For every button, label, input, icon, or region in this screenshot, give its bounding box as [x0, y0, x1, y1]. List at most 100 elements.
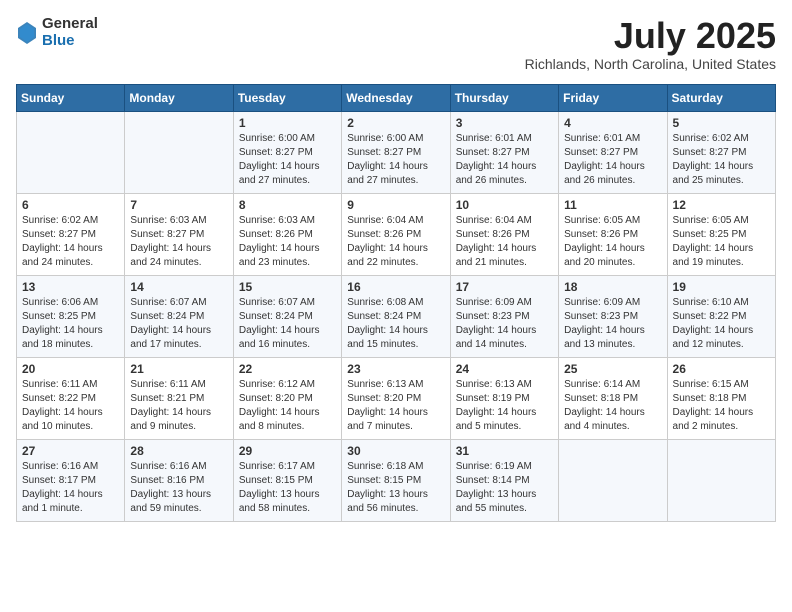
title-block: July 2025 Richlands, North Carolina, Uni… [525, 16, 776, 72]
calendar-cell: 29 Sunrise: 6:17 AMSunset: 8:15 PMDayligh… [233, 439, 341, 521]
day-info: Sunrise: 6:10 AMSunset: 8:22 PMDaylight:… [673, 296, 770, 352]
day-info: Sunrise: 6:00 AMSunset: 8:27 PMDaylight:… [239, 132, 336, 188]
calendar-cell: 20 Sunrise: 6:11 AMSunset: 8:22 PMDayligh… [17, 357, 125, 439]
day-info: Sunrise: 6:06 AMSunset: 8:25 PMDaylight:… [22, 296, 119, 352]
calendar-cell: 5Sunrise: 6:02 AMSunset: 8:27 PMDaylight… [667, 111, 775, 193]
day-number: 31 [456, 444, 553, 458]
month-title: July 2025 [525, 16, 776, 56]
calendar-cell: 6Sunrise: 6:02 AMSunset: 8:27 PMDaylight… [17, 193, 125, 275]
day-number: 1 [239, 116, 336, 130]
calendar-cell: 24 Sunrise: 6:13 AMSunset: 8:19 PMDayligh… [450, 357, 558, 439]
calendar-cell: 15Sunrise: 6:07 AMSunset: 8:24 PMDayligh… [233, 275, 341, 357]
day-info: Sunrise: 6:09 AMSunset: 8:23 PMDaylight:… [456, 296, 553, 352]
day-info: Sunrise: 6:03 AMSunset: 8:27 PMDaylight:… [130, 214, 227, 270]
calendar-cell: 18 Sunrise: 6:09 AMSunset: 8:23 PMDayligh… [559, 275, 667, 357]
day-number: 12 [673, 198, 770, 212]
calendar-cell: 8Sunrise: 6:03 AMSunset: 8:26 PMDaylight… [233, 193, 341, 275]
day-info: Sunrise: 6:09 AMSunset: 8:23 PMDaylight:… [564, 296, 661, 352]
calendar-cell: 19Sunrise: 6:10 AMSunset: 8:22 PMDayligh… [667, 275, 775, 357]
day-number: 26 [673, 362, 770, 376]
day-info: Sunrise: 6:13 AMSunset: 8:20 PMDaylight:… [347, 378, 444, 434]
calendar-cell: 14 Sunrise: 6:07 AMSunset: 8:24 PMDayligh… [125, 275, 233, 357]
day-number: 28 [130, 444, 227, 458]
calendar-cell: 2 Sunrise: 6:00 AMSunset: 8:27 PMDaylight… [342, 111, 450, 193]
calendar-cell [17, 111, 125, 193]
day-info: Sunrise: 6:12 AMSunset: 8:20 PMDaylight:… [239, 378, 336, 434]
day-number: 9 [347, 198, 444, 212]
day-number: 29 [239, 444, 336, 458]
day-number: 17 [456, 280, 553, 294]
day-info: Sunrise: 6:07 AMSunset: 8:24 PMDaylight:… [130, 296, 227, 352]
calendar-cell [125, 111, 233, 193]
day-number: 23 [347, 362, 444, 376]
day-info: Sunrise: 6:01 AMSunset: 8:27 PMDaylight:… [564, 132, 661, 188]
calendar-cell: 23 Sunrise: 6:13 AMSunset: 8:20 PMDayligh… [342, 357, 450, 439]
day-number: 2 [347, 116, 444, 130]
day-info: Sunrise: 6:11 AMSunset: 8:21 PMDaylight:… [130, 378, 227, 434]
day-info: Sunrise: 6:13 AMSunset: 8:19 PMDaylight:… [456, 378, 553, 434]
day-info: Sunrise: 6:17 AMSunset: 8:15 PMDaylight:… [239, 460, 336, 516]
generalblue-icon [18, 22, 36, 44]
weekday-header: Saturday [667, 84, 775, 111]
day-info: Sunrise: 6:11 AMSunset: 8:22 PMDaylight:… [22, 378, 119, 434]
day-number: 21 [130, 362, 227, 376]
calendar-cell: 11Sunrise: 6:05 AMSunset: 8:26 PMDayligh… [559, 193, 667, 275]
day-info: Sunrise: 6:04 AMSunset: 8:26 PMDaylight:… [347, 214, 444, 270]
day-info: Sunrise: 6:03 AMSunset: 8:26 PMDaylight:… [239, 214, 336, 270]
day-info: Sunrise: 6:19 AMSunset: 8:14 PMDaylight:… [456, 460, 553, 516]
day-info: Sunrise: 6:15 AMSunset: 8:18 PMDaylight:… [673, 378, 770, 434]
logo-blue: Blue [42, 33, 98, 50]
day-info: Sunrise: 6:04 AMSunset: 8:26 PMDaylight:… [456, 214, 553, 270]
calendar-cell: 17 Sunrise: 6:09 AMSunset: 8:23 PMDayligh… [450, 275, 558, 357]
day-info: Sunrise: 6:01 AMSunset: 8:27 PMDaylight:… [456, 132, 553, 188]
calendar-week-row: 1 Sunrise: 6:00 AMSunset: 8:27 PMDaylight… [17, 111, 776, 193]
day-number: 4 [564, 116, 661, 130]
calendar-cell [667, 439, 775, 521]
day-info: Sunrise: 6:18 AMSunset: 8:15 PMDaylight:… [347, 460, 444, 516]
weekday-header-row: SundayMondayTuesdayWednesdayThursdayFrid… [17, 84, 776, 111]
day-info: Sunrise: 6:14 AMSunset: 8:18 PMDaylight:… [564, 378, 661, 434]
calendar-cell: 22 Sunrise: 6:12 AMSunset: 8:20 PMDayligh… [233, 357, 341, 439]
logo-general: General [42, 16, 98, 33]
calendar-cell: 12 Sunrise: 6:05 AMSunset: 8:25 PMDayligh… [667, 193, 775, 275]
calendar-cell: 7 Sunrise: 6:03 AMSunset: 8:27 PMDaylight… [125, 193, 233, 275]
day-info: Sunrise: 6:16 AMSunset: 8:16 PMDaylight:… [130, 460, 227, 516]
day-number: 16 [347, 280, 444, 294]
calendar-cell: 26 Sunrise: 6:15 AMSunset: 8:18 PMDayligh… [667, 357, 775, 439]
calendar-week-row: 27 Sunrise: 6:16 AMSunset: 8:17 PMDayligh… [17, 439, 776, 521]
calendar-cell: 27 Sunrise: 6:16 AMSunset: 8:17 PMDayligh… [17, 439, 125, 521]
calendar-cell: 3 Sunrise: 6:01 AMSunset: 8:27 PMDaylight… [450, 111, 558, 193]
calendar-cell: 13 Sunrise: 6:06 AMSunset: 8:25 PMDayligh… [17, 275, 125, 357]
calendar-cell [559, 439, 667, 521]
day-number: 14 [130, 280, 227, 294]
day-info: Sunrise: 6:16 AMSunset: 8:17 PMDaylight:… [22, 460, 119, 516]
page-header: General Blue July 2025 Richlands, North … [16, 16, 776, 72]
calendar-cell: 10 Sunrise: 6:04 AMSunset: 8:26 PMDayligh… [450, 193, 558, 275]
day-number: 20 [22, 362, 119, 376]
calendar-table: SundayMondayTuesdayWednesdayThursdayFrid… [16, 84, 776, 522]
calendar-cell: 31 Sunrise: 6:19 AMSunset: 8:14 PMDayligh… [450, 439, 558, 521]
weekday-header: Sunday [17, 84, 125, 111]
calendar-cell: 1 Sunrise: 6:00 AMSunset: 8:27 PMDaylight… [233, 111, 341, 193]
day-number: 13 [22, 280, 119, 294]
day-info: Sunrise: 6:08 AMSunset: 8:24 PMDaylight:… [347, 296, 444, 352]
day-number: 3 [456, 116, 553, 130]
day-number: 22 [239, 362, 336, 376]
calendar-cell: 30 Sunrise: 6:18 AMSunset: 8:15 PMDayligh… [342, 439, 450, 521]
day-info: Sunrise: 6:02 AMSunset: 8:27 PMDaylight:… [673, 132, 770, 188]
day-number: 24 [456, 362, 553, 376]
day-number: 7 [130, 198, 227, 212]
day-info: Sunrise: 6:00 AMSunset: 8:27 PMDaylight:… [347, 132, 444, 188]
day-number: 27 [22, 444, 119, 458]
logo: General Blue [16, 16, 98, 49]
day-info: Sunrise: 6:05 AMSunset: 8:25 PMDaylight:… [673, 214, 770, 270]
day-number: 11 [564, 198, 661, 212]
day-number: 30 [347, 444, 444, 458]
calendar-cell: 9 Sunrise: 6:04 AMSunset: 8:26 PMDaylight… [342, 193, 450, 275]
day-number: 18 [564, 280, 661, 294]
weekday-header: Thursday [450, 84, 558, 111]
day-number: 10 [456, 198, 553, 212]
location: Richlands, North Carolina, United States [525, 56, 776, 72]
calendar-week-row: 6Sunrise: 6:02 AMSunset: 8:27 PMDaylight… [17, 193, 776, 275]
calendar-cell: 16 Sunrise: 6:08 AMSunset: 8:24 PMDayligh… [342, 275, 450, 357]
